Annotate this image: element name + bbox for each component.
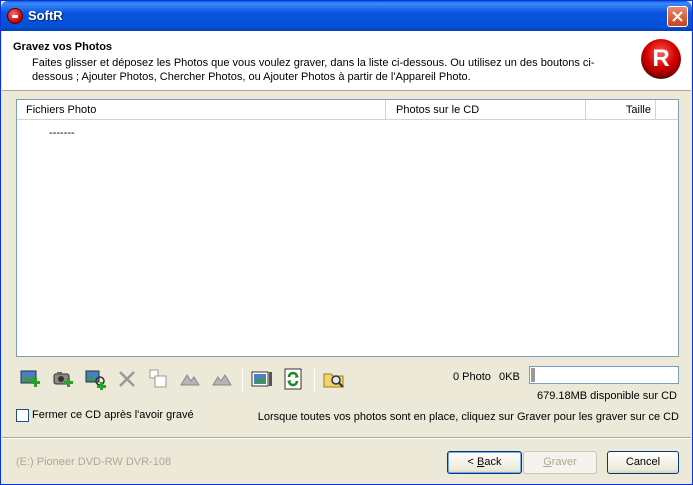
search-photos-icon [85, 370, 106, 390]
copy-icon [149, 369, 167, 388]
page-description: Faites glisser et déposez les Photos que… [32, 57, 595, 83]
footer-divider [2, 437, 691, 439]
column-header-photo-files[interactable]: Fichiers Photo [17, 100, 386, 119]
back-label: ack [484, 456, 502, 468]
drive-label: (E:) Pioneer DVD-RW DVR-108 [16, 456, 172, 468]
search-photos-button[interactable] [84, 367, 108, 391]
window-title: SoftR [28, 8, 63, 23]
slideshow-button[interactable] [250, 367, 274, 391]
burn-button[interactable]: Graver [523, 451, 597, 474]
total-size: 0KB [499, 371, 520, 383]
page-title: Gravez vos Photos [13, 41, 113, 53]
camera-add-icon [53, 372, 73, 387]
delete-button[interactable] [115, 367, 139, 391]
slideshow-icon [251, 371, 272, 387]
delete-icon [119, 371, 135, 387]
cd-capacity-bar [529, 366, 679, 384]
rotate-left-button[interactable] [178, 367, 202, 391]
close-cd-label[interactable]: Fermer ce CD après l'avoir gravé [32, 409, 194, 421]
toolbar-separator [314, 369, 315, 391]
refresh-button[interactable] [282, 367, 306, 391]
photo-count: 0 Photo [453, 371, 491, 383]
add-photos-button[interactable] [18, 367, 42, 391]
burn-label: raver [551, 456, 577, 468]
cd-capacity-fill [531, 368, 535, 382]
close-button[interactable] [667, 6, 688, 27]
photo-list[interactable]: Fichiers Photo Photos sur le CD Taille -… [16, 99, 679, 357]
softr-window: SoftR Gravez vos Photos Faites glisser e… [0, 0, 693, 485]
title-bar[interactable]: SoftR [1, 1, 692, 31]
wizard-header: Gravez vos Photos Faites glisser et dépo… [2, 31, 691, 91]
list-header: Fichiers Photo Photos sur le CD Taille [17, 100, 678, 120]
rotate-right-icon [212, 374, 232, 386]
burn-accel: G [543, 456, 552, 468]
add-photo-icon [20, 370, 40, 387]
softr-app-icon [7, 8, 23, 24]
burn-hint: Lorsque toutes vos photos sont en place,… [257, 411, 679, 423]
column-header-photos-on-cd[interactable]: Photos sur le CD [386, 100, 586, 119]
close-cd-checkbox[interactable] [16, 409, 29, 422]
toolbar-separator [242, 369, 243, 391]
rotate-left-icon [180, 374, 200, 386]
softr-logo: R [641, 39, 681, 79]
cancel-button[interactable]: Cancel [607, 451, 679, 474]
refresh-icon [284, 368, 302, 390]
close-icon [672, 11, 683, 22]
back-button[interactable]: < Back [447, 451, 522, 474]
available-space: 679.18MB disponible sur CD [536, 390, 677, 402]
column-header-size[interactable]: Taille [586, 100, 656, 119]
explore-folder-button[interactable] [322, 367, 346, 391]
list-item[interactable]: ------- [49, 127, 75, 139]
logo-letter: R [652, 45, 670, 72]
explore-folder-icon [323, 373, 344, 388]
copy-button[interactable] [146, 367, 170, 391]
rotate-right-button[interactable] [210, 367, 234, 391]
add-from-camera-button[interactable] [51, 367, 75, 391]
